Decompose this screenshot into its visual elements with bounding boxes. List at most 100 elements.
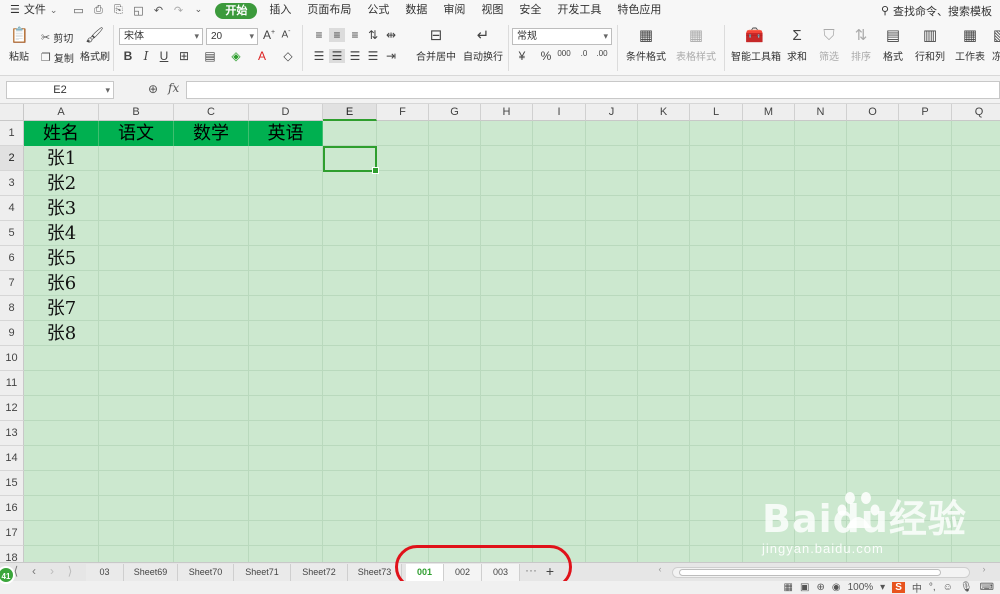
column-header-f[interactable]: F bbox=[377, 104, 429, 121]
tab-review[interactable]: 审阅 bbox=[435, 0, 473, 21]
worksheet-grid[interactable]: ABCDEFGHIJKLMNOPQ 1 2 3 4 5 6 7 8 9 10 11 12 13 14 15 1… bbox=[0, 104, 1000, 562]
undo-icon[interactable]: ↶ bbox=[151, 4, 165, 17]
sheet-tab-002[interactable]: 002 bbox=[444, 564, 482, 581]
decrease-decimal-icon[interactable]: .00 bbox=[594, 49, 610, 58]
column-header-e[interactable]: E bbox=[323, 104, 377, 121]
formula-input[interactable] bbox=[186, 81, 1000, 99]
smart-toolbox-button[interactable]: 🧰 智能工具箱 bbox=[731, 27, 781, 63]
keyboard-icon[interactable]: ⌨ bbox=[980, 582, 994, 593]
microphone-icon[interactable]: 🎙 bbox=[960, 582, 973, 593]
tab-developer[interactable]: 开发工具 bbox=[549, 0, 609, 21]
thousands-icon[interactable]: 000 bbox=[556, 49, 572, 58]
percent-icon[interactable]: % bbox=[538, 49, 554, 63]
underline-icon[interactable]: U bbox=[156, 49, 172, 63]
header-cell-english[interactable]: 英语 bbox=[249, 121, 323, 146]
header-cell-name[interactable]: 姓名 bbox=[24, 121, 99, 146]
name-cell[interactable]: 张2 bbox=[24, 171, 99, 196]
align-middle-icon[interactable]: ≡ bbox=[329, 28, 345, 42]
normal-view-icon[interactable]: ▦ bbox=[784, 582, 793, 593]
column-header-p[interactable]: P bbox=[899, 104, 952, 121]
align-left-icon[interactable]: ☰ bbox=[311, 49, 327, 63]
align-right-icon[interactable]: ☰ bbox=[347, 49, 363, 63]
sum-button[interactable]: Σ 求和 bbox=[785, 27, 809, 63]
add-sheet-button[interactable]: + bbox=[542, 563, 558, 579]
sheet-tab-sheet73[interactable]: Sheet73 bbox=[348, 564, 402, 581]
column-header-d[interactable]: D bbox=[249, 104, 323, 121]
tab-view[interactable]: 视图 bbox=[473, 0, 511, 21]
distribute-icon[interactable]: ⇹ bbox=[383, 28, 399, 42]
zoom-level[interactable]: 100% bbox=[848, 582, 874, 593]
command-search[interactable]: ⚲ 查找命令、搜索模板 bbox=[881, 3, 1000, 19]
font-size-select[interactable]: 20 bbox=[206, 28, 258, 45]
header-cell-chinese[interactable]: 语文 bbox=[99, 121, 174, 146]
column-header-j[interactable]: J bbox=[586, 104, 638, 121]
align-top-icon[interactable]: ≡ bbox=[311, 28, 327, 42]
export-pdf-icon[interactable]: ⎙ bbox=[91, 4, 105, 17]
cut-button[interactable]: ✂ 剪切 bbox=[41, 30, 73, 45]
bold-icon[interactable]: B bbox=[120, 49, 136, 63]
tab-special[interactable]: 特色应用 bbox=[609, 0, 669, 21]
wrap-text-button[interactable]: ↵ 自动换行 bbox=[463, 27, 503, 63]
italic-icon[interactable]: I bbox=[138, 49, 154, 63]
save-icon[interactable]: ▭ bbox=[71, 4, 85, 17]
last-sheet-icon[interactable]: ⟩ bbox=[62, 564, 78, 578]
row-header-18[interactable]: 18 bbox=[0, 546, 24, 562]
punctuation-icon[interactable]: °, bbox=[929, 582, 936, 593]
sheet-tab-sheet70[interactable]: Sheet70 bbox=[178, 564, 234, 581]
row-header-2[interactable]: 2 bbox=[0, 146, 24, 171]
column-header-c[interactable]: C bbox=[174, 104, 249, 121]
column-header-n[interactable]: N bbox=[795, 104, 847, 121]
name-cell[interactable]: 张5 bbox=[24, 246, 99, 271]
conditional-format-button[interactable]: ▦ 条件格式 bbox=[624, 27, 668, 63]
more-sheets-button[interactable]: ··· bbox=[523, 563, 539, 577]
text-direction-icon[interactable]: ⇅ bbox=[365, 28, 381, 42]
sogou-ime-icon[interactable]: S bbox=[892, 582, 905, 593]
filter-button[interactable]: ⛉ 筛选 bbox=[817, 27, 841, 63]
row-header-16[interactable]: 16 bbox=[0, 496, 24, 521]
font-name-select[interactable]: 宋体 bbox=[119, 28, 203, 45]
worksheet-button[interactable]: ▦ 工作表 bbox=[955, 27, 985, 63]
border-icon[interactable]: ⊞ bbox=[176, 49, 192, 63]
row-header-15[interactable]: 15 bbox=[0, 471, 24, 496]
currency-icon[interactable]: ¥ bbox=[514, 49, 530, 63]
row-header-8[interactable]: 8 bbox=[0, 296, 24, 321]
indent-icon[interactable]: ⇥ bbox=[383, 49, 399, 63]
clear-format-icon[interactable]: ◇ bbox=[280, 49, 296, 63]
row-header-3[interactable]: 3 bbox=[0, 171, 24, 196]
sort-button[interactable]: ⇅ 排序 bbox=[849, 27, 873, 63]
rows-cols-button[interactable]: ▥ 行和列 bbox=[913, 27, 947, 63]
column-header-k[interactable]: K bbox=[638, 104, 690, 121]
selected-cell-e2[interactable] bbox=[323, 146, 379, 174]
prev-sheet-icon[interactable]: ‹ bbox=[26, 564, 42, 578]
tab-security[interactable]: 安全 bbox=[511, 0, 549, 21]
row-header-12[interactable]: 12 bbox=[0, 396, 24, 421]
print-preview-icon[interactable]: ◱ bbox=[131, 4, 145, 17]
increase-decimal-icon[interactable]: .0 bbox=[576, 49, 592, 58]
print-icon[interactable]: ⎘ bbox=[111, 4, 125, 17]
tab-formulas[interactable]: 公式 bbox=[359, 0, 397, 21]
tab-home[interactable]: 开始 bbox=[215, 2, 258, 19]
column-header-m[interactable]: M bbox=[743, 104, 795, 121]
column-header-b[interactable]: B bbox=[99, 104, 174, 121]
font-color-icon[interactable]: A bbox=[254, 49, 270, 63]
column-header-o[interactable]: O bbox=[847, 104, 899, 121]
name-cell[interactable]: 张8 bbox=[24, 321, 99, 346]
tab-insert[interactable]: 插入 bbox=[261, 0, 299, 21]
merge-center-button[interactable]: ⊟ 合并居中 bbox=[413, 27, 459, 63]
column-header-g[interactable]: G bbox=[429, 104, 481, 121]
select-all-corner[interactable] bbox=[0, 104, 24, 121]
name-cell[interactable]: 张1 bbox=[24, 146, 99, 171]
row-header-7[interactable]: 7 bbox=[0, 271, 24, 296]
column-header-i[interactable]: I bbox=[533, 104, 586, 121]
horizontal-scroll-thumb[interactable] bbox=[679, 569, 941, 576]
paste-button[interactable]: 📋 粘贴 bbox=[6, 27, 32, 63]
row-header-9[interactable]: 9 bbox=[0, 321, 24, 346]
fill-color-icon[interactable]: ◈ bbox=[228, 49, 244, 63]
horizontal-scrollbar[interactable] bbox=[672, 567, 970, 578]
name-cell[interactable]: 张3 bbox=[24, 196, 99, 221]
zoom-icon[interactable]: ⊕ bbox=[148, 82, 158, 96]
font-shrink-icon[interactable]: A- bbox=[278, 28, 294, 40]
fx-icon[interactable]: fx bbox=[168, 81, 179, 95]
freeze-button[interactable]: ▧ 冻 bbox=[991, 27, 1000, 63]
eye-protection-icon[interactable]: ◉ bbox=[832, 582, 841, 593]
